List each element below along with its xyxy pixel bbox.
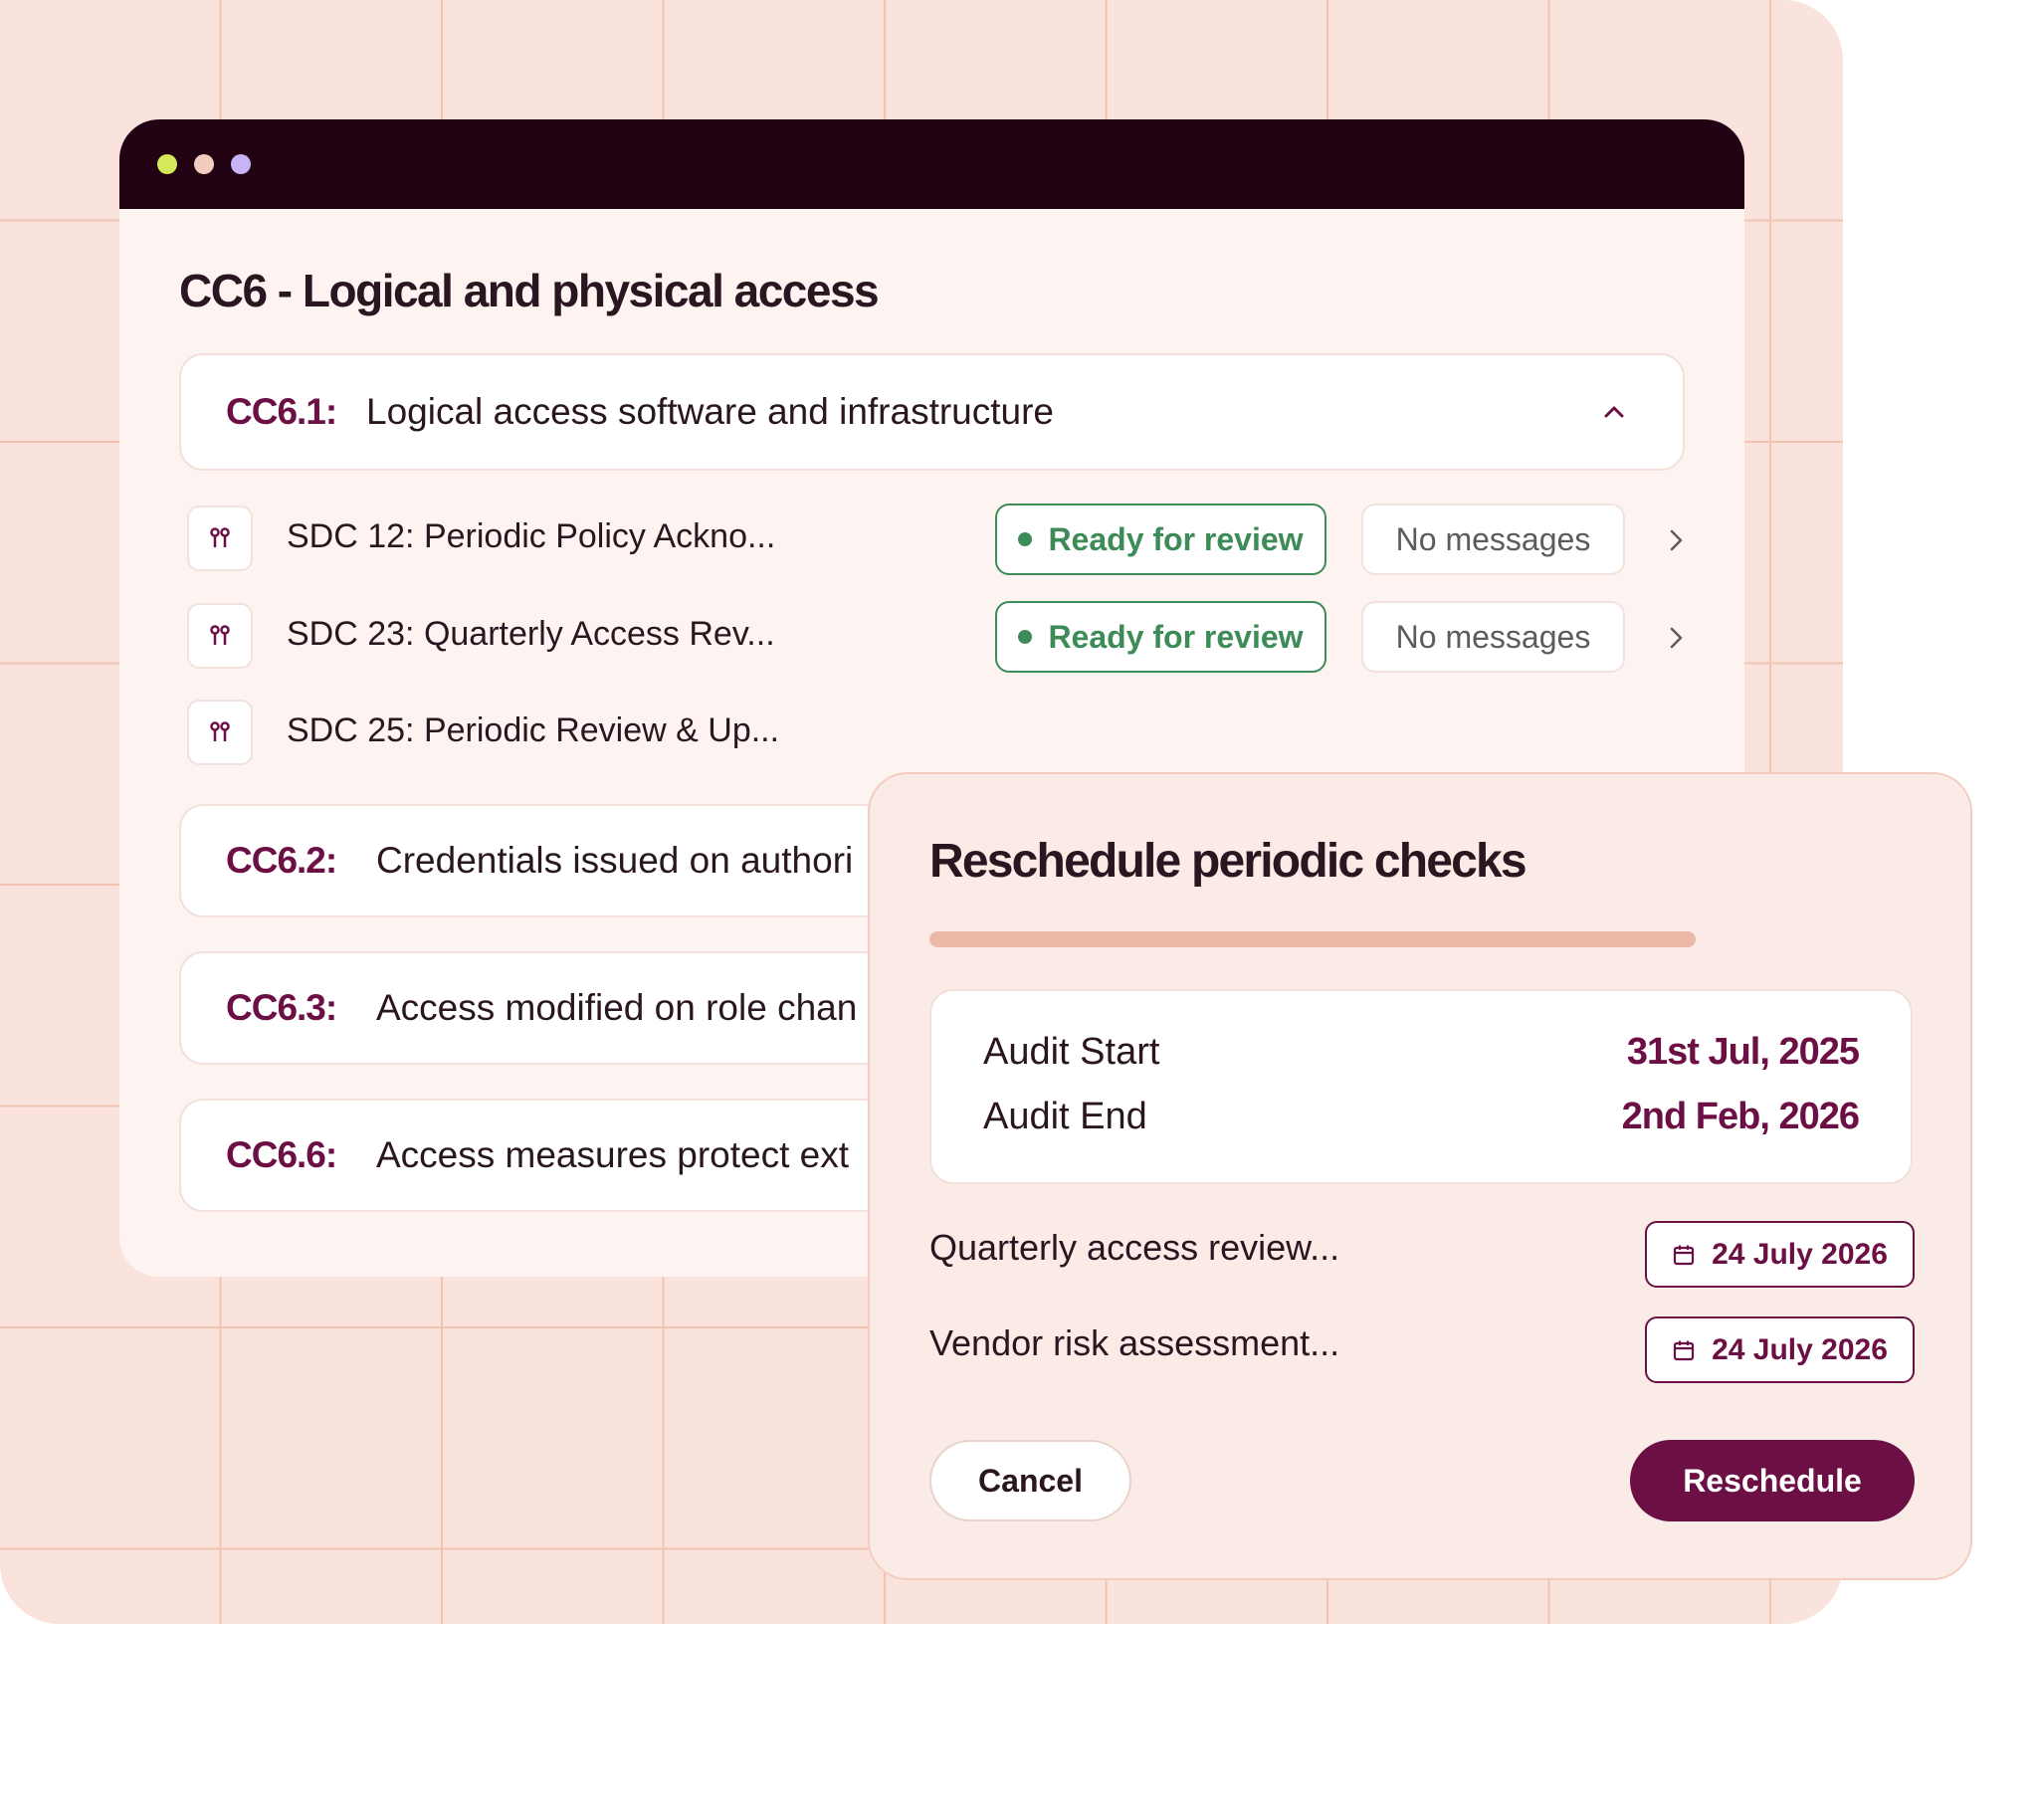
window-titlebar (119, 119, 1744, 209)
section-label: Access measures protect ext (376, 1134, 850, 1175)
date-text: 24 July 2026 (1712, 1332, 1888, 1366)
status-dot-icon (1018, 630, 1033, 644)
messages-button[interactable]: No messages (1361, 504, 1625, 575)
audit-end-value: 2nd Feb, 2026 (1621, 1096, 1860, 1137)
item-label: SDC 25: Periodic Review & Up... (287, 711, 780, 749)
list-item[interactable]: SDC 12: Periodic Policy Ackno... Ready f… (187, 504, 1683, 575)
window-dot-lavender[interactable] (231, 154, 251, 174)
chevron-up-icon[interactable] (1603, 401, 1625, 423)
cancel-button[interactable]: Cancel (929, 1440, 1131, 1521)
audit-period-card: Audit Start 31st Jul, 2025 Audit End 2nd… (929, 989, 1913, 1184)
date-picker-button[interactable]: 24 July 2026 (1645, 1316, 1915, 1383)
section-code: CC6.3: (226, 987, 337, 1028)
window-dot-green[interactable] (157, 154, 177, 174)
status-text: Ready for review (1048, 618, 1304, 655)
section-label: Credentials issued on authori (376, 840, 854, 881)
audit-end-label: Audit End (983, 1096, 1147, 1137)
page-title: CC6 - Logical and physical access (179, 265, 880, 316)
modal-title: Reschedule periodic checks (929, 835, 1528, 888)
section-label: Access modified on role chan (376, 987, 858, 1028)
item-label: SDC 12: Periodic Policy Ackno... (287, 517, 776, 555)
control-icon (187, 506, 253, 571)
messages-button[interactable]: No messages (1361, 601, 1625, 673)
chevron-right-icon[interactable] (1665, 527, 1687, 553)
section-code: CC6.6: (226, 1134, 337, 1175)
status-badge[interactable]: Ready for review (995, 601, 1326, 673)
list-item[interactable]: SDC 23: Quarterly Access Rev... Ready fo… (187, 601, 1683, 673)
item-label: SDC 23: Quarterly Access Rev... (287, 615, 775, 653)
window-dot-peach[interactable] (194, 154, 214, 174)
check-label: Vendor risk assessment... (929, 1322, 1340, 1363)
progress-fill (929, 931, 1696, 947)
audit-start-value: 31st Jul, 2025 (1626, 1031, 1860, 1073)
status-text: Ready for review (1048, 520, 1304, 557)
section-cc6-1[interactable]: CC6.1: Logical access software and infra… (179, 353, 1685, 471)
calendar-icon (1673, 1245, 1695, 1265)
control-icon (187, 603, 253, 669)
progress-bar (929, 931, 1696, 947)
status-badge[interactable]: Ready for review (995, 504, 1326, 575)
section-code: CC6.2: (226, 840, 337, 881)
date-picker-button[interactable]: 24 July 2026 (1645, 1221, 1915, 1288)
list-item[interactable]: SDC 25: Periodic Review & Up... (187, 700, 1680, 769)
section-code: CC6.1: (226, 391, 337, 432)
status-dot-icon (1018, 532, 1033, 546)
section-label: Logical access software and infrastructu… (366, 391, 1055, 432)
check-label: Quarterly access review... (929, 1227, 1340, 1268)
date-text: 24 July 2026 (1712, 1237, 1888, 1271)
reschedule-button[interactable]: Reschedule (1630, 1440, 1915, 1521)
control-icon (187, 700, 253, 765)
reschedule-modal: Reschedule periodic checks Audit Start 3… (868, 772, 1972, 1580)
calendar-icon (1673, 1340, 1695, 1360)
chevron-right-icon[interactable] (1665, 625, 1687, 651)
audit-start-label: Audit Start (983, 1031, 1160, 1073)
